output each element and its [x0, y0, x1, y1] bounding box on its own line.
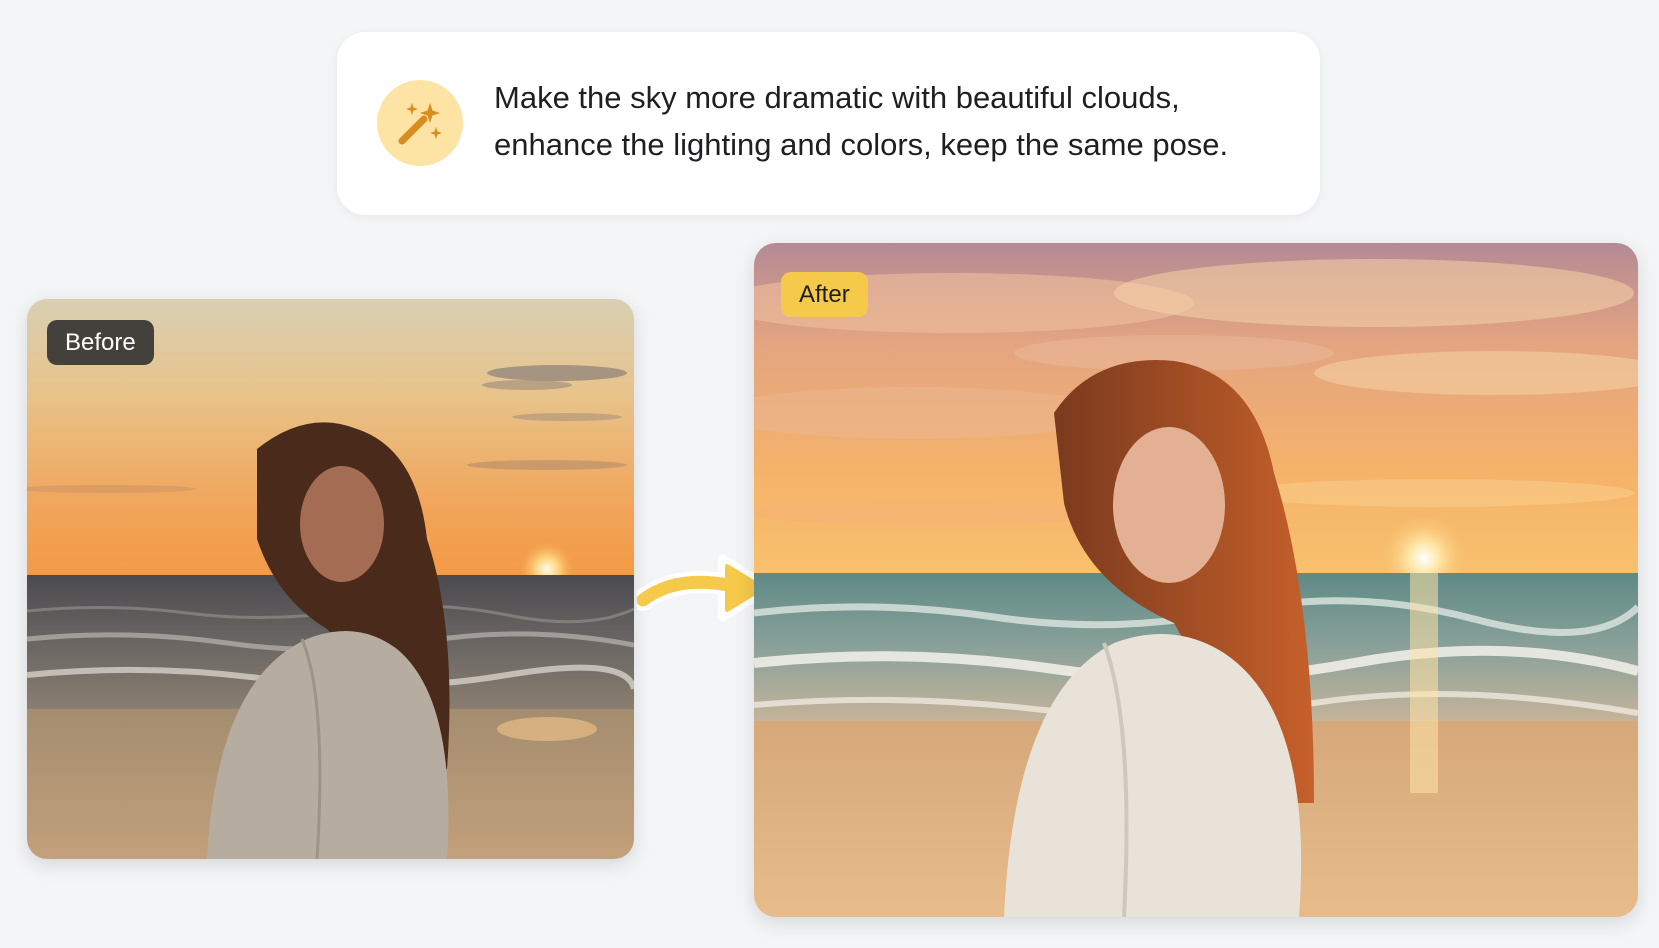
edit-prompt-text: Make the sky more dramatic with beautifu… — [494, 80, 1229, 162]
magic-wand-icon — [398, 103, 442, 145]
before-image — [27, 299, 634, 859]
prompt-card: Make the sky more dramatic with beautifu… — [337, 32, 1320, 215]
after-image — [754, 243, 1638, 917]
before-label: Before — [47, 320, 154, 365]
after-label: After — [781, 272, 868, 317]
magic-wand-badge — [377, 80, 463, 166]
before-photo: Before — [27, 299, 634, 859]
after-photo: After — [754, 243, 1638, 917]
